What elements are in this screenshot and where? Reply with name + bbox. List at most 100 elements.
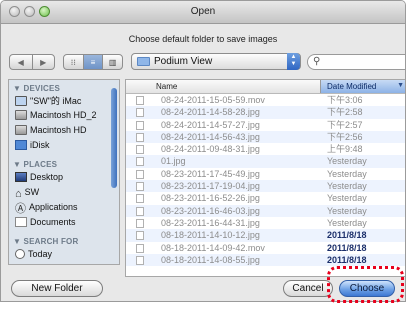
home-icon: ⌂ — [15, 188, 22, 200]
location-popup[interactable]: Podium View ▲ ▼ — [131, 53, 301, 70]
file-date-modified: Yesterday — [327, 181, 367, 192]
title-bar: Open — [1, 1, 405, 24]
table-row[interactable]: 08-23-2011-17-45-49.jpg Yesterday — [126, 168, 405, 180]
back-icon[interactable]: ◀ — [10, 55, 32, 69]
file-icon — [136, 206, 144, 216]
file-list-header: Name Date Modified ▼ — [126, 80, 405, 94]
window-title: Open — [190, 6, 216, 17]
sidebar-item-applications[interactable]: Ⓐ Applications — [15, 201, 78, 215]
file-icon — [136, 145, 144, 155]
file-name: 08-24-2011-14-57-27.jpg — [161, 119, 260, 130]
file-date-modified: Yesterday — [327, 205, 367, 216]
applications-icon: Ⓐ — [15, 203, 26, 215]
file-name: 08-23-2011-16-52-26.jpg — [161, 193, 260, 204]
file-date-modified: Yesterday — [327, 156, 367, 167]
search-icon: ⚲ — [313, 56, 321, 67]
file-rows: 08-24-2011-15-05-59.mov 下午3:06 08-24-2011-… — [126, 94, 405, 267]
documents-icon — [15, 217, 27, 227]
table-row[interactable]: 08-18-2011-14-10-12.jpg 2011/8/18 — [126, 229, 405, 242]
forward-icon[interactable]: ▶ — [31, 55, 55, 69]
file-name: 08-23-2011-17-45-49.jpg — [161, 168, 260, 179]
sidebar-item-today[interactable]: Today — [15, 248, 52, 261]
file-name: 08-24-2011-14-56-43.jpg — [161, 131, 260, 142]
sidebar-scrollbar-thumb[interactable] — [111, 88, 117, 188]
file-icon — [136, 157, 144, 167]
file-date-modified: 2011/8/18 — [327, 254, 367, 265]
table-row[interactable]: 08-23-2011-16-44-31.jpg Yesterday — [126, 217, 405, 229]
table-row[interactable]: 08-23-2011-16-46-03.jpg Yesterday — [126, 204, 405, 217]
hard-disk-icon — [15, 125, 27, 135]
red-dotted-highlight — [327, 266, 404, 303]
file-name: 08-23-2011-16-44-31.jpg — [161, 217, 260, 228]
file-icon — [136, 182, 144, 192]
file-date-modified: Yesterday — [327, 217, 367, 228]
popup-arrows-icon: ▲ ▼ — [287, 53, 300, 70]
sidebar-header-devices: ▼ DEVICES — [13, 84, 61, 93]
file-date-modified: 2011/8/18 — [327, 230, 367, 241]
file-name: 08-23-2011-16-46-03.jpg — [161, 205, 260, 216]
sidebar-item-idisk[interactable]: iDisk — [15, 139, 50, 152]
file-date-modified: 下午2:57 — [327, 119, 363, 130]
folder-icon — [137, 57, 150, 66]
sidebar-item-sw[interactable]: ⌂ SW — [15, 186, 39, 200]
file-date-modified: 下午2:58 — [327, 107, 363, 118]
open-dialog: Open Choose default folder to save image… — [0, 0, 406, 302]
file-icon — [136, 96, 144, 105]
sidebar-item-imac[interactable]: "SW"的 iMac — [15, 95, 81, 108]
file-name: 08-23-2011-17-19-04.jpg — [161, 181, 260, 192]
clock-icon — [15, 249, 25, 259]
table-row[interactable]: 08-18-2011-14-09-42.mov 2011/8/18 — [126, 242, 405, 254]
imac-icon — [15, 96, 27, 106]
file-name: 08-24-2011-09-48-31.jpg — [161, 144, 260, 155]
file-date-modified: 下午3:06 — [327, 95, 363, 105]
sidebar-header-search-for: ▼ SEARCH FOR — [13, 237, 79, 246]
icon-view-icon[interactable]: ⁝⁝ — [64, 55, 83, 69]
file-name: 08-18-2011-14-10-12.jpg — [161, 230, 260, 241]
sidebar-item-macintosh-hd-2[interactable]: Macintosh HD_2 — [15, 109, 97, 122]
sidebar-item-documents[interactable]: Documents — [15, 216, 76, 229]
table-row[interactable]: 08-23-2011-17-19-04.jpg Yesterday — [126, 180, 405, 193]
view-mode-control: ⁝⁝ ≡ ▥ — [63, 54, 123, 70]
column-view-icon[interactable]: ▥ — [102, 55, 122, 69]
file-icon — [136, 218, 144, 228]
file-name: 01.jpg — [161, 156, 186, 167]
new-folder-button[interactable]: New Folder — [11, 280, 103, 297]
table-row[interactable]: 08-24-2011-09-48-31.jpg 上午9:48 — [126, 143, 405, 155]
cancel-button[interactable]: Cancel — [283, 280, 333, 297]
table-row[interactable]: 08-24-2011-14-56-43.jpg 下午2:56 — [126, 130, 405, 144]
hard-disk-icon — [15, 110, 27, 120]
table-row[interactable]: 01.jpg Yesterday — [126, 155, 405, 168]
file-name: 08-18-2011-14-09-42.mov — [161, 242, 265, 253]
table-row[interactable]: 08-24-2011-14-57-27.jpg 下午2:57 — [126, 119, 405, 131]
file-icon — [136, 243, 144, 253]
table-row[interactable]: 08-24-2011-15-05-59.mov 下午3:06 — [126, 94, 405, 106]
sort-descending-icon: ▼ — [397, 82, 404, 89]
sidebar-header-places: ▼ PLACES — [13, 160, 58, 169]
sidebar: ▼ DEVICES "SW"的 iMac Macintosh HD_2 Maci… — [8, 79, 120, 265]
table-row[interactable]: 08-18-2011-14-08-55.jpg 2011/8/18 — [126, 253, 405, 267]
file-icon — [136, 120, 144, 130]
sidebar-item-macintosh-hd[interactable]: Macintosh HD — [15, 124, 87, 137]
file-name: 08-24-2011-14-58-28.jpg — [161, 107, 260, 118]
file-date-modified: 下午2:56 — [327, 131, 363, 142]
table-row[interactable]: 08-24-2011-14-58-28.jpg 下午2:58 — [126, 106, 405, 119]
file-date-modified: 2011/8/18 — [327, 242, 367, 253]
sidebar-item-desktop[interactable]: Desktop — [15, 171, 63, 184]
table-row[interactable]: 08-23-2011-16-52-26.jpg Yesterday — [126, 192, 405, 204]
file-icon — [136, 231, 144, 241]
location-label: Podium View — [154, 56, 213, 67]
file-name: 08-24-2011-15-05-59.mov — [161, 95, 265, 105]
file-date-modified: Yesterday — [327, 168, 367, 179]
search-field[interactable]: ⚲ — [307, 54, 405, 70]
file-icon — [136, 169, 144, 179]
file-icon — [136, 132, 144, 142]
file-icon — [136, 255, 144, 265]
file-name: 08-18-2011-14-08-55.jpg — [161, 254, 260, 265]
back-forward-control: ◀ ▶ — [9, 54, 55, 70]
file-date-modified: Yesterday — [327, 193, 367, 204]
date-modified-column-header[interactable]: Date Modified ▼ — [320, 80, 405, 93]
file-list: Name Date Modified ▼ 08-24-2011-15-05-59… — [125, 79, 405, 277]
list-view-icon[interactable]: ≡ — [82, 55, 103, 69]
desktop-icon — [15, 172, 27, 182]
name-column-header[interactable]: Name — [156, 82, 177, 91]
